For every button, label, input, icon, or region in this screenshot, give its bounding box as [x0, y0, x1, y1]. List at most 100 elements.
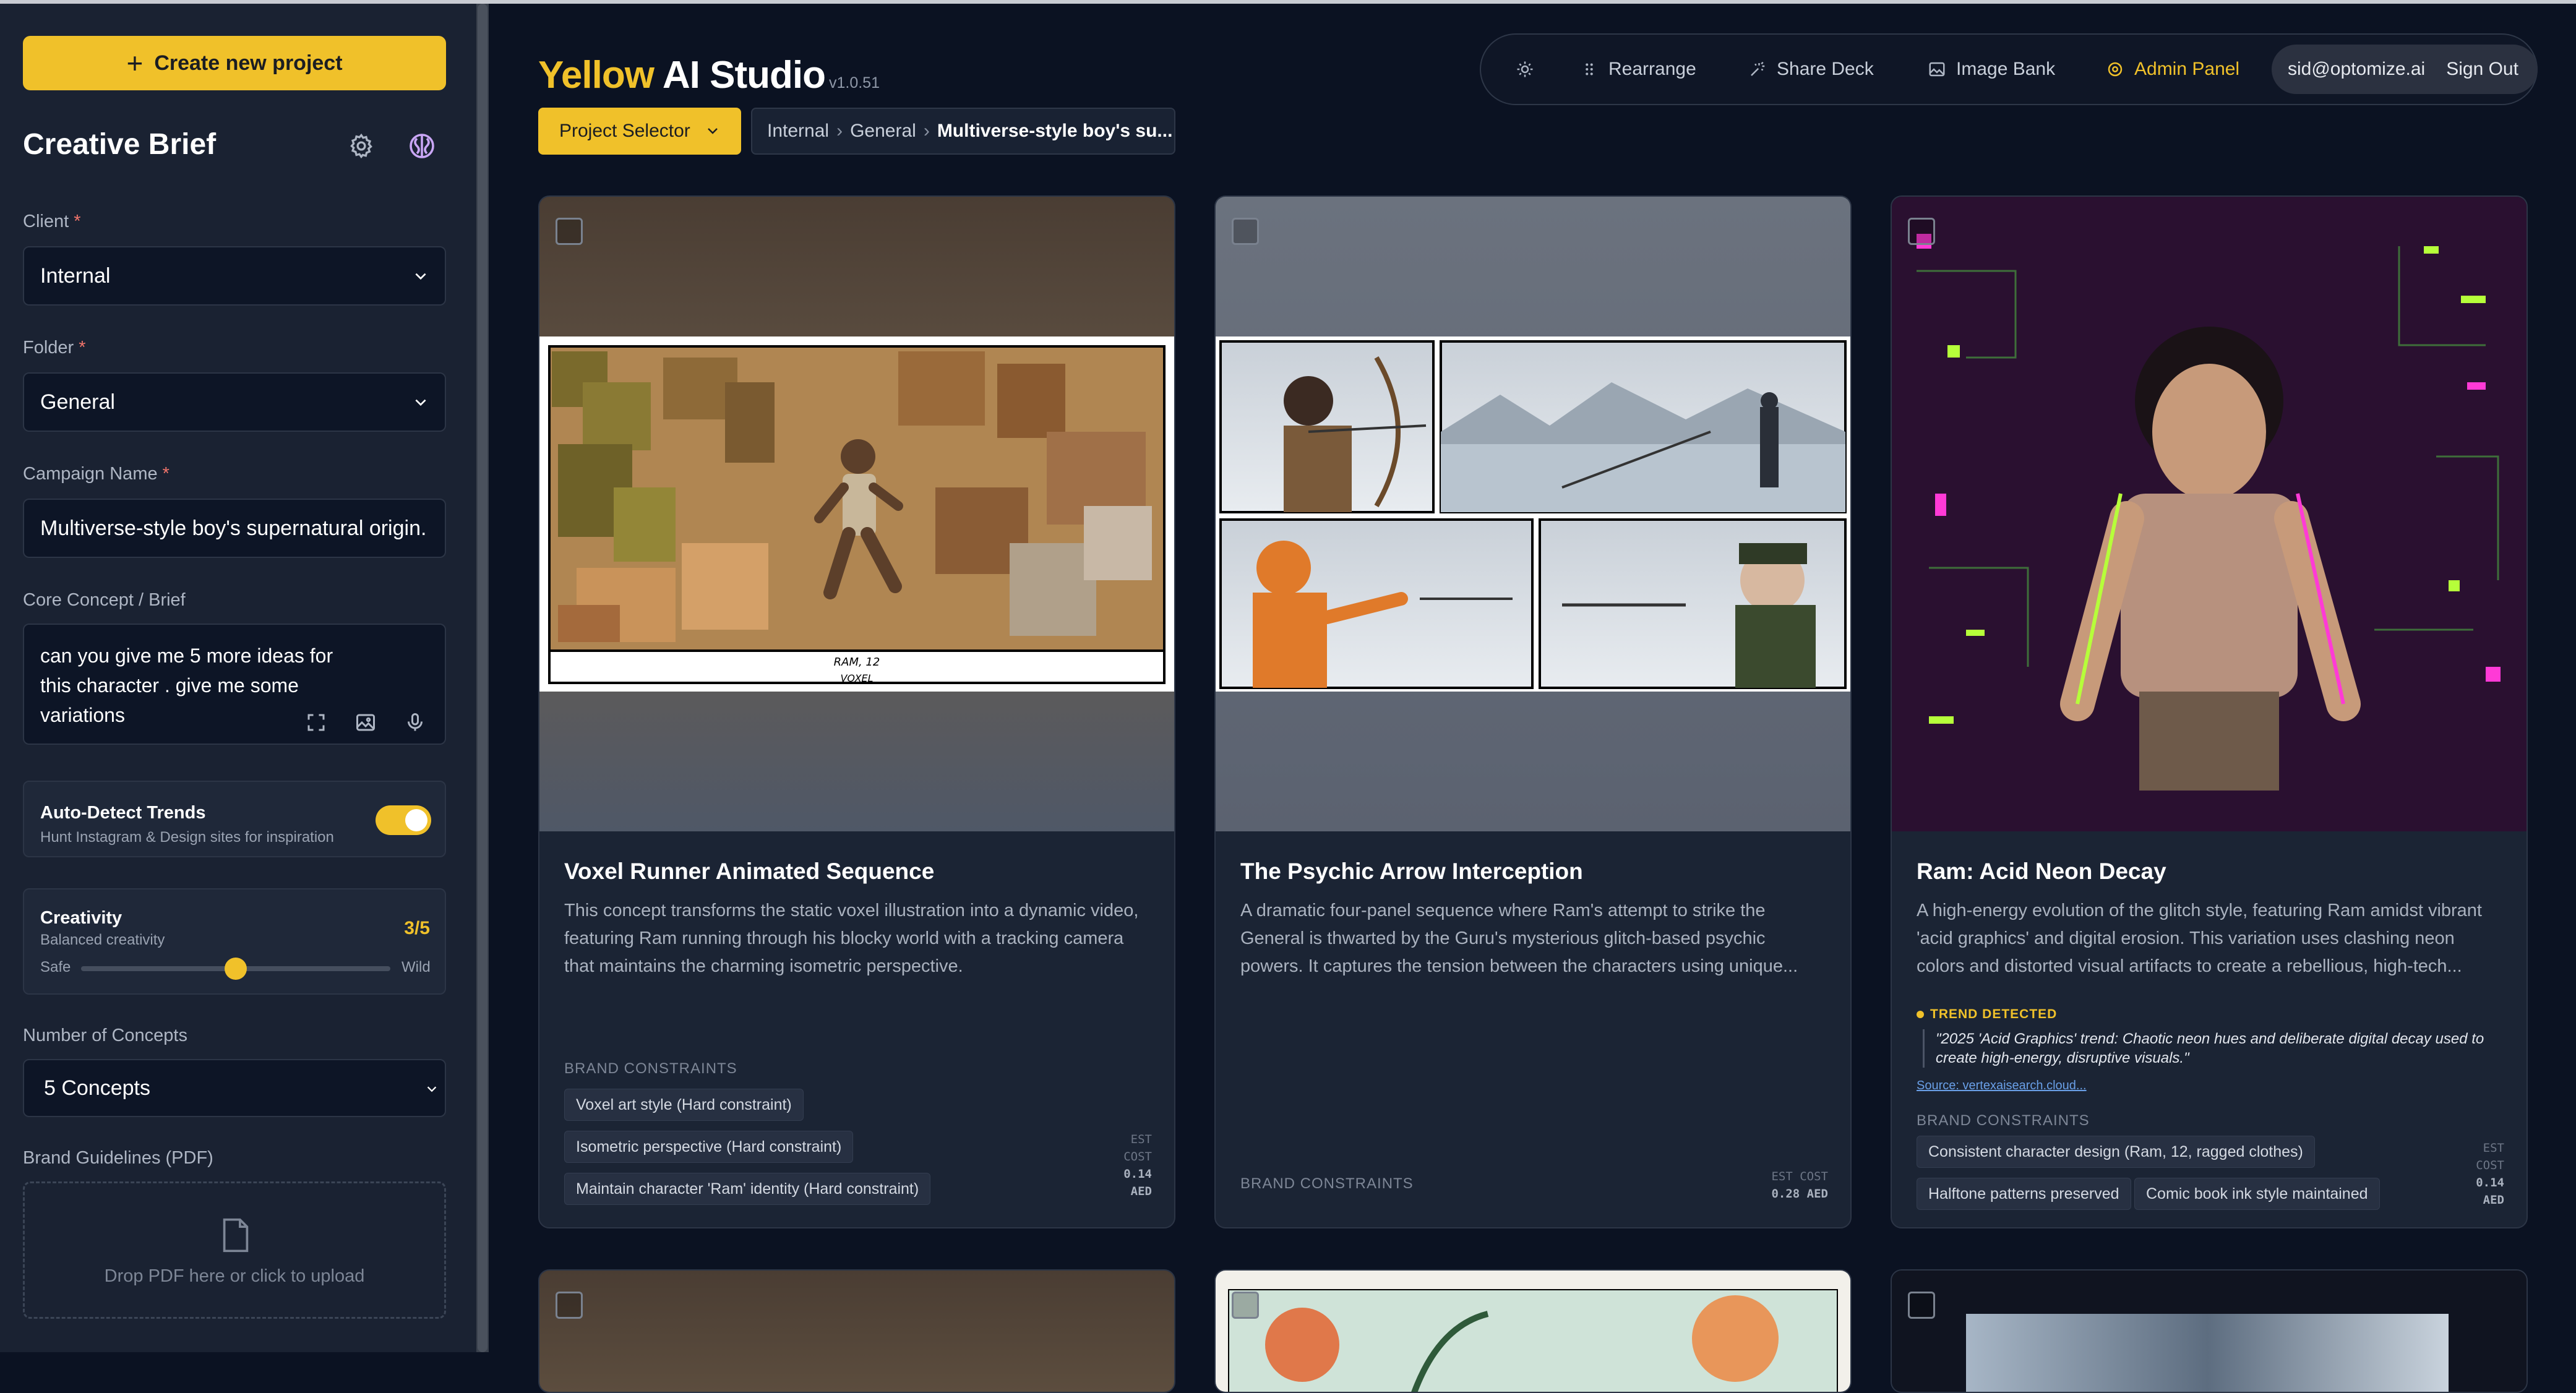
card-checkbox[interactable] — [1232, 1292, 1259, 1319]
scrollbar-thumb[interactable] — [478, 4, 487, 1352]
image-icon[interactable] — [354, 711, 377, 734]
share-deck-label: Share Deck — [1777, 59, 1874, 79]
card-title: Ram: Acid Neon Decay — [1917, 859, 2166, 884]
campaign-name-value: Multiverse-style boy's supernatural orig… — [40, 516, 427, 540]
image-bank-button[interactable]: Image Bank — [1928, 35, 2055, 104]
creativity-title: Creativity — [40, 908, 122, 928]
brief-label: Core Concept / Brief — [23, 590, 186, 610]
sparkle-icon — [1751, 61, 1765, 76]
concept-image-neon — [1892, 197, 2527, 831]
version-label: v1.0.51 — [828, 74, 880, 92]
constraints-label: BRAND CONSTRAINTS — [564, 1060, 737, 1077]
share-deck-button[interactable]: Share Deck — [1748, 35, 1874, 104]
concepts-select[interactable]: 5 Concepts — [23, 1059, 446, 1117]
creativity-slider[interactable] — [81, 958, 390, 980]
card-description: This concept transforms the static voxel… — [564, 901, 1139, 976]
concept-card[interactable]: The Psychic Arrow Interception A dramati… — [1214, 195, 1852, 1228]
breadcrumb-item[interactable]: General — [850, 121, 916, 142]
slider-thumb[interactable] — [225, 958, 247, 980]
pdf-dropzone[interactable]: Drop PDF here or click to upload — [23, 1181, 446, 1319]
card-checkbox[interactable] — [556, 1292, 583, 1319]
campaign-name-input[interactable]: Multiverse-style boy's supernatural orig… — [23, 499, 446, 558]
card-checkbox[interactable] — [1232, 218, 1259, 245]
card-title: The Psychic Arrow Interception — [1240, 859, 1583, 884]
folder-select[interactable]: General — [23, 372, 446, 432]
client-value: Internal — [40, 264, 111, 288]
image-icon — [1929, 62, 1945, 77]
app-title: Yellow AI Studio v1.0.51 — [538, 54, 880, 96]
est-cost: EST COST 0.14 AED — [2476, 1141, 2504, 1207]
image-caption: RAM, 12 — [834, 656, 880, 669]
concepts-value: 5 Concepts — [44, 1076, 150, 1100]
campaign-label: Campaign Name * — [23, 464, 170, 484]
theme-toggle-button[interactable] — [1516, 35, 1534, 104]
trend-source-link[interactable]: Source: vertexaisearch.cloud... — [1917, 1079, 2087, 1093]
create-project-label: Create new project — [154, 51, 343, 75]
brief-textarea[interactable]: can you give me 5 more ideas for this ch… — [23, 624, 446, 745]
auto-detect-trends: Auto-Detect Trends Hunt Instagram & Desi… — [23, 781, 446, 857]
card-title: Voxel Runner Animated Sequence — [564, 859, 935, 884]
client-select[interactable]: Internal — [23, 246, 446, 306]
brain-icon[interactable] — [407, 131, 437, 161]
concept-card[interactable] — [1214, 1269, 1852, 1393]
constraint-chip: Voxel art style (Hard constraint) — [564, 1089, 804, 1121]
slider-max-label: Wild — [401, 959, 431, 975]
sign-out-button[interactable]: Sign Out — [2446, 59, 2518, 80]
chevron-down-icon — [415, 273, 426, 280]
drag-handle-icon — [1586, 63, 1593, 75]
card-checkbox[interactable] — [1908, 1292, 1935, 1319]
card-description: A dramatic four-panel sequence where Ram… — [1240, 901, 1798, 976]
trend-detected-label: TREND DETECTED — [1917, 1007, 2057, 1022]
chevron-down-icon — [415, 399, 426, 406]
card-checkbox[interactable] — [556, 218, 583, 245]
chevron-down-icon — [427, 1086, 437, 1092]
card-checkbox[interactable] — [1908, 218, 1935, 245]
constraints-label: BRAND CONSTRAINTS — [1917, 1112, 2090, 1129]
admin-panel-label: Admin Panel — [2134, 59, 2240, 79]
constraint-chip: Isometric perspective (Hard constraint) — [564, 1131, 854, 1163]
brief-title: Creative Brief — [23, 128, 217, 161]
creativity-control: Creativity Balanced creativity 3/5 Safe … — [23, 888, 446, 995]
breadcrumb: Internal › General › Multiverse-style bo… — [751, 108, 1175, 155]
sidebar: + Create new project Creative Brief Clie… — [0, 4, 476, 1352]
microphone-icon[interactable] — [404, 711, 426, 734]
dropzone-text: Drop PDF here or click to upload — [104, 1266, 365, 1286]
document-icon — [223, 1218, 249, 1253]
concept-card[interactable]: Ram: Acid Neon Decay A high-energy evolu… — [1891, 195, 2528, 1228]
sidebar-scrollbar[interactable] — [476, 4, 489, 1352]
client-label: Client * — [23, 212, 81, 231]
gear-icon — [2108, 62, 2123, 77]
image-caption: VOXEL — [840, 672, 873, 684]
trend-quote: "2025 'Acid Graphics' trend: Chaotic neo… — [1923, 1029, 2505, 1068]
constraint-chip: Maintain character 'Ram' identity (Hard … — [564, 1173, 931, 1205]
concept-card[interactable]: RAM, 12 VOXEL Voxel Runner Animated Sequ… — [538, 195, 1175, 1228]
constraint-chip: Consistent character design (Ram, 12, ra… — [1917, 1136, 2315, 1168]
concept-image-comic — [1216, 197, 1850, 831]
constraint-chip: Halftone patterns preserved — [1917, 1178, 2131, 1210]
gear-icon[interactable] — [348, 132, 375, 160]
expand-icon[interactable] — [305, 711, 327, 734]
trends-subtitle: Hunt Instagram & Design sites for inspir… — [40, 829, 334, 846]
concept-card[interactable] — [1891, 1269, 2528, 1393]
rearrange-button[interactable]: Rearrange — [1580, 35, 1696, 104]
est-cost: EST COST 0.14 AED — [1123, 1133, 1152, 1198]
breadcrumb-item[interactable]: Internal — [767, 121, 829, 142]
top-toolbar: Rearrange Share Deck Image Bank Admin Pa… — [1480, 33, 2538, 105]
constraint-chip: Comic book ink style maintained — [2134, 1178, 2380, 1210]
creativity-subtitle: Balanced creativity — [40, 932, 165, 948]
project-selector-label: Project Selector — [559, 121, 690, 141]
trends-title: Auto-Detect Trends — [40, 803, 206, 823]
est-cost: EST COST 0.28 AED — [1771, 1170, 1828, 1201]
rearrange-label: Rearrange — [1608, 59, 1696, 79]
admin-panel-button[interactable]: Admin Panel — [2106, 35, 2239, 104]
create-project-button[interactable]: + Create new project — [23, 36, 446, 90]
folder-label: Folder * — [23, 338, 86, 358]
trends-toggle[interactable] — [376, 805, 431, 835]
slider-min-label: Safe — [40, 959, 71, 975]
breadcrumb-current: Multiverse-style boy's su... — [937, 121, 1173, 141]
project-selector-button[interactable]: Project Selector — [538, 108, 741, 155]
toggle-knob — [405, 809, 427, 831]
sun-icon — [1517, 61, 1533, 77]
card-description: A high-energy evolution of the glitch st… — [1917, 901, 2482, 976]
concept-card[interactable] — [538, 1269, 1175, 1393]
